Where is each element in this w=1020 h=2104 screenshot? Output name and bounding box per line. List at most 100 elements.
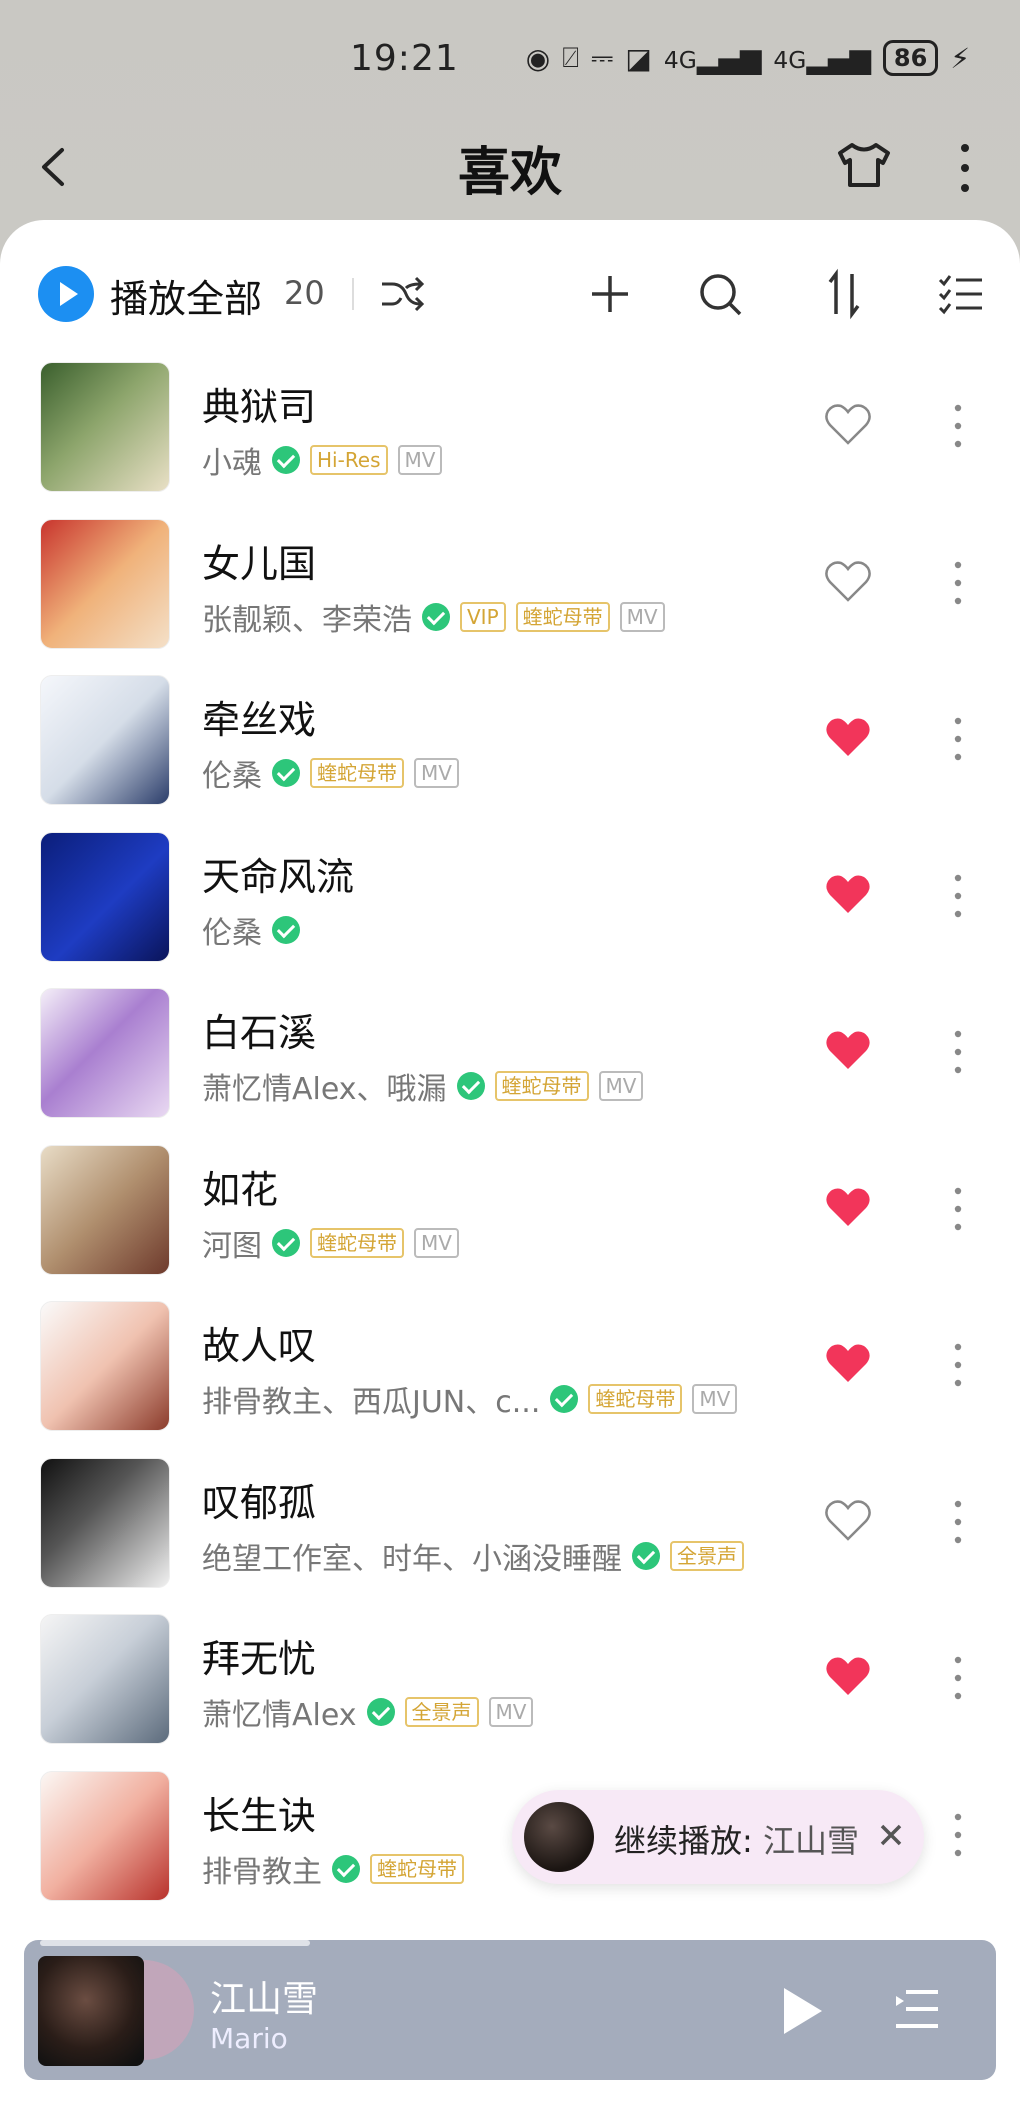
song-row[interactable]: 故人叹 排骨教主、西瓜JUN、c... 蝰蛇母带 MV	[0, 1301, 1020, 1457]
song-title: 拜无忧	[202, 1637, 317, 1681]
resume-text[interactable]: 继续播放: 江山雪	[614, 1816, 859, 1862]
row-more-icon[interactable]	[946, 1028, 970, 1076]
album-cover[interactable]	[40, 1144, 170, 1275]
row-more-icon[interactable]	[946, 1185, 970, 1233]
heart-filled-icon[interactable]	[824, 1028, 872, 1072]
eye-icon: ◉	[525, 41, 551, 75]
play-all-label[interactable]: 播放全部	[110, 268, 262, 323]
album-cover[interactable]	[40, 988, 170, 1118]
playback-progress	[40, 1940, 310, 1946]
song-row[interactable]: 如花 河图 蝰蛇母带 MV	[0, 1144, 1020, 1301]
quality-badge: Hi-Res	[310, 445, 388, 475]
player-title: 江山雪	[210, 1979, 319, 2020]
song-artist: 伦桑	[202, 759, 262, 794]
verified-icon	[632, 1541, 660, 1570]
album-cover[interactable]	[40, 831, 170, 962]
skin-icon[interactable]	[836, 140, 892, 190]
status-icons: ◉ ⍁ ⎓ ◪ 4G▂▄▆ 4G▂▄▆ 86 ⚡	[526, 40, 970, 76]
album-cover[interactable]	[40, 518, 170, 649]
mv-badge[interactable]: MV	[598, 1071, 644, 1101]
song-artist: 小魂	[202, 446, 262, 481]
song-meta: 萧忆情Alex 全景声 MV	[202, 1690, 534, 1734]
song-row[interactable]: 白石溪 萧忆情Alex、哦漏 蝰蛇母带 MV	[0, 988, 1020, 1144]
song-row[interactable]: 天命风流 伦桑	[0, 831, 1020, 988]
song-row[interactable]: 拜无忧 萧忆情Alex 全景声 MV	[0, 1614, 1020, 1770]
quality-badge: VIP	[460, 601, 506, 632]
row-more-icon[interactable]	[946, 402, 970, 450]
quality-badge: 蝰蛇母带	[370, 1853, 464, 1884]
album-cover[interactable]	[40, 1614, 170, 1744]
heart-filled-icon[interactable]	[824, 1341, 872, 1385]
play-all-button[interactable]	[38, 266, 94, 322]
song-row[interactable]: 叹郁孤绝望工作室、时年、小涵没睡醒 全景声	[0, 1457, 1020, 1614]
song-artist: 绝望工作室、时年、小涵没睡醒	[202, 1541, 622, 1577]
song-row[interactable]: 牵丝戏伦桑 蝰蛇母带 MV	[0, 675, 1020, 831]
mv-badge[interactable]: MV	[397, 445, 443, 475]
playlist-icon[interactable]	[894, 1984, 940, 2034]
mv-badge[interactable]: MV	[414, 1227, 459, 1258]
song-row[interactable]: 女儿国 张靓颖、李荣浩 VIP 蝰蛇母带 MV	[0, 518, 1020, 675]
mv-badge[interactable]: MV	[619, 601, 665, 632]
quality-badge: 蝰蛇母带	[494, 1071, 589, 1101]
album-cover[interactable]	[40, 362, 170, 492]
song-meta: 萧忆情Alex、哦漏 蝰蛇母带 MV	[202, 1064, 644, 1108]
verified-icon	[272, 446, 300, 474]
verified-icon	[366, 1698, 395, 1726]
heart-outline-icon[interactable]	[824, 402, 872, 446]
mv-badge[interactable]: MV	[414, 758, 459, 788]
search-icon[interactable]	[694, 268, 746, 320]
heart-filled-icon[interactable]	[824, 872, 872, 916]
quality-badge: 全景声	[404, 1697, 479, 1727]
row-more-icon[interactable]	[946, 1341, 970, 1389]
verified-icon	[332, 1854, 360, 1883]
album-cover[interactable]	[40, 1770, 170, 1901]
close-icon[interactable]	[874, 1818, 908, 1852]
song-title: 牵丝戏	[202, 698, 317, 742]
row-more-icon[interactable]	[946, 1498, 970, 1546]
verified-icon	[272, 1228, 300, 1257]
heart-filled-icon[interactable]	[824, 715, 872, 759]
song-meta: 绝望工作室、时年、小涵没睡醒 全景声	[202, 1534, 744, 1578]
row-more-icon[interactable]	[946, 715, 970, 763]
row-more-icon[interactable]	[946, 1654, 970, 1702]
song-title: 天命风流	[202, 854, 355, 899]
song-row[interactable]: 典狱司 小魂 Hi-Res MV	[0, 362, 1020, 518]
song-title: 故人叹	[202, 1324, 317, 1368]
player-artist: Mario	[210, 2022, 288, 2055]
add-icon[interactable]	[584, 268, 636, 320]
mv-badge[interactable]: MV	[692, 1384, 738, 1414]
heart-filled-icon[interactable]	[824, 1185, 872, 1229]
album-cover[interactable]	[40, 1301, 170, 1431]
play-icon[interactable]	[774, 1984, 828, 2038]
song-meta: 张靓颖、李荣浩 VIP 蝰蛇母带 MV	[202, 595, 665, 639]
song-title: 叹郁孤	[202, 1480, 317, 1525]
album-cover[interactable]	[40, 675, 170, 805]
more-icon[interactable]	[950, 140, 980, 196]
song-artist: 张靓颖、李荣浩	[202, 602, 412, 638]
resume-playback-pill[interactable]: 继续播放: 江山雪	[512, 1790, 924, 1884]
resume-song: 江山雪	[762, 1822, 859, 1860]
signal-icon-2: 4G▂▄▆	[773, 41, 871, 75]
song-artist: 河图	[202, 1228, 262, 1264]
mv-badge[interactable]: MV	[488, 1697, 534, 1727]
heart-outline-icon[interactable]	[824, 1498, 872, 1542]
mini-player[interactable]: 江山雪 Mario	[24, 1940, 996, 2080]
song-artist: 萧忆情Alex、哦漏	[202, 1072, 447, 1107]
song-title: 长生诀	[202, 1793, 317, 1838]
quality-badge: 蝰蛇母带	[310, 1227, 404, 1258]
row-more-icon[interactable]	[946, 872, 970, 920]
quality-badge: 全景声	[670, 1540, 744, 1571]
player-cover[interactable]	[38, 1956, 144, 2066]
song-meta: 伦桑 蝰蛇母带 MV	[202, 751, 459, 795]
album-cover[interactable]	[40, 1457, 170, 1588]
heart-filled-icon[interactable]	[824, 1654, 872, 1698]
row-more-icon[interactable]	[946, 1811, 970, 1859]
shuffle-icon[interactable]	[376, 268, 428, 320]
heart-outline-icon[interactable]	[824, 559, 872, 603]
row-more-icon[interactable]	[946, 559, 970, 607]
song-count: 20	[284, 274, 325, 312]
multi-select-icon[interactable]	[936, 268, 988, 320]
verified-icon	[272, 759, 300, 787]
song-artist: 排骨教主	[202, 1854, 322, 1890]
sort-icon[interactable]	[818, 268, 870, 320]
